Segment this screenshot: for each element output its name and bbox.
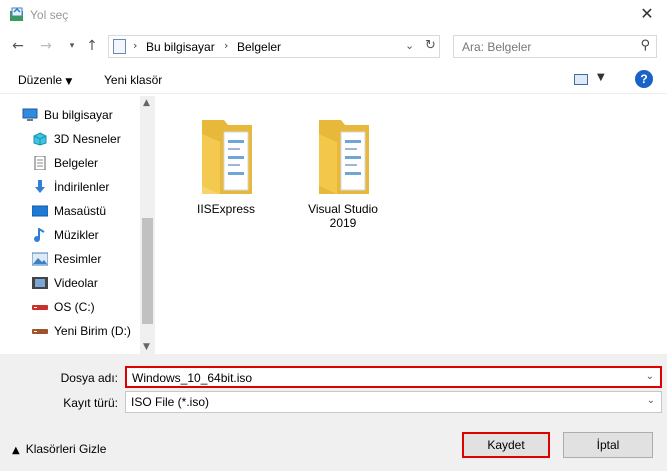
scroll-down-icon[interactable]: ▼ (143, 342, 150, 352)
help-icon[interactable]: ? (635, 70, 653, 88)
chevron-right-icon: › (224, 39, 229, 52)
window-title: Yol seç (30, 8, 69, 22)
cube-3d-icon (33, 132, 47, 146)
sidebar-item-label: Belgeler (54, 156, 99, 170)
filetype-select[interactable]: ISO File (*.iso) ⌄ (125, 391, 662, 413)
sidebar-item-drive-c[interactable]: OS (C:) (32, 297, 95, 317)
sidebar-item-3d-objects[interactable]: 3D Nesneler (32, 129, 121, 149)
folder-icon (202, 120, 252, 194)
drive-icon (32, 305, 48, 310)
arrow-left-icon[interactable]: ← (10, 38, 26, 54)
computer-icon (22, 108, 38, 121)
music-icon (34, 228, 45, 242)
new-folder-button[interactable]: Yeni klasör (104, 73, 162, 87)
sidebar-item-music[interactable]: Müzikler (32, 225, 99, 245)
chevron-right-icon: › (133, 39, 138, 52)
close-icon[interactable]: ✕ (637, 4, 657, 24)
sidebar-item-downloads[interactable]: İndirilenler (32, 177, 109, 197)
scrollbar-thumb[interactable] (142, 218, 153, 324)
breadcrumb-documents[interactable]: Belgeler (237, 40, 281, 54)
sidebar-item-label: Yeni Birim (D:) (54, 324, 131, 338)
sidebar-item-label: Videolar (54, 276, 98, 290)
filetype-label: Kayıt türü: (63, 396, 118, 410)
address-dropdown-icon[interactable]: ⌄ (405, 39, 414, 52)
view-options-icon[interactable] (574, 74, 588, 85)
sidebar-item-label: Müzikler (54, 228, 99, 242)
download-icon (35, 180, 45, 193)
sidebar-item-label: Bu bilgisayar (44, 108, 113, 122)
organize-button[interactable]: Düzenle ▼ (18, 73, 72, 87)
save-form: Dosya adı: Windows_10_64bit.iso ⌄ Kayıt … (0, 354, 667, 471)
title-bar: Yol seç ✕ (0, 0, 667, 30)
sidebar-item-label: Resimler (54, 252, 102, 266)
video-icon (32, 277, 48, 289)
desktop-icon (32, 205, 48, 217)
chevron-down-icon[interactable]: ⌄ (647, 395, 655, 406)
sidebar-item-pictures[interactable]: Resimler (32, 249, 101, 269)
filename-field[interactable]: Windows_10_64bit.iso ⌄ (125, 366, 662, 388)
organize-label: Düzenle (18, 73, 63, 87)
sidebar-item-label: OS (C:) (54, 300, 95, 314)
arrow-right-icon[interactable]: → (38, 38, 54, 54)
command-toolbar: Düzenle ▼ Yeni klasör ▼ ? (0, 64, 667, 94)
folder-item-iisexpress[interactable]: IISExpress (176, 112, 276, 216)
address-bar[interactable]: › Bu bilgisayar › Belgeler ⌄ ↻ (108, 35, 440, 58)
chevron-down-icon[interactable]: ▾ (64, 38, 80, 54)
save-button[interactable]: Kaydet (462, 432, 550, 458)
filename-label: Dosya adı: (60, 371, 118, 385)
chevron-up-icon: ▲ (12, 445, 20, 456)
search-box[interactable]: Ara: Belgeler ⚲ (453, 35, 657, 58)
hide-folders-button[interactable]: ▲ Klasörleri Gizle (12, 442, 106, 456)
arrow-up-icon[interactable]: ↑ (84, 38, 100, 54)
sidebar-scrollbar[interactable]: ▲ ▼ (140, 96, 155, 354)
search-input[interactable]: Ara: Belgeler (462, 40, 531, 54)
chevron-down-icon: ▼ (65, 77, 73, 87)
breadcrumb-this-pc[interactable]: Bu bilgisayar (146, 40, 215, 54)
file-list: IISExpress Visual Studio 2019 (158, 96, 667, 354)
hide-folders-label: Klasörleri Gizle (25, 442, 107, 456)
sidebar-item-label: İndirilenler (54, 180, 110, 194)
sidebar-item-videos[interactable]: Videolar (32, 273, 98, 293)
sidebar-item-drive-d[interactable]: Yeni Birim (D:) (32, 321, 131, 341)
sidebar-item-this-pc[interactable]: Bu bilgisayar (22, 105, 113, 125)
view-dropdown-icon[interactable]: ▼ (597, 72, 605, 83)
pictures-icon (32, 252, 48, 266)
file-name: Visual Studio 2019 (308, 202, 378, 230)
app-icon (10, 7, 23, 21)
file-name: IISExpress (196, 202, 256, 216)
filename-value: Windows_10_64bit.iso (132, 371, 253, 385)
sidebar-item-label: Masaüstü (54, 204, 107, 218)
navigation-bar: ← → ▾ ↑ › Bu bilgisayar › Belgeler ⌄ ↻ A… (0, 30, 667, 62)
folder-icon (319, 120, 369, 194)
documents-icon (113, 39, 126, 54)
folder-item-visual-studio-2019[interactable]: Visual Studio 2019 (293, 112, 393, 230)
filetype-value: ISO File (*.iso) (131, 395, 210, 409)
drive-icon (32, 329, 48, 334)
search-icon[interactable]: ⚲ (640, 38, 650, 53)
chevron-down-icon[interactable]: ⌄ (646, 371, 654, 382)
sidebar-item-documents[interactable]: Belgeler (32, 153, 98, 173)
cancel-button[interactable]: İptal (563, 432, 653, 458)
refresh-icon[interactable]: ↻ (425, 38, 436, 53)
navigation-pane: Bu bilgisayar 3D Nesneler Belgeler İndir… (0, 96, 155, 354)
sidebar-item-label: 3D Nesneler (54, 132, 121, 146)
scroll-up-icon[interactable]: ▲ (143, 98, 150, 108)
document-icon (34, 156, 46, 170)
sidebar-item-desktop[interactable]: Masaüstü (32, 201, 106, 221)
